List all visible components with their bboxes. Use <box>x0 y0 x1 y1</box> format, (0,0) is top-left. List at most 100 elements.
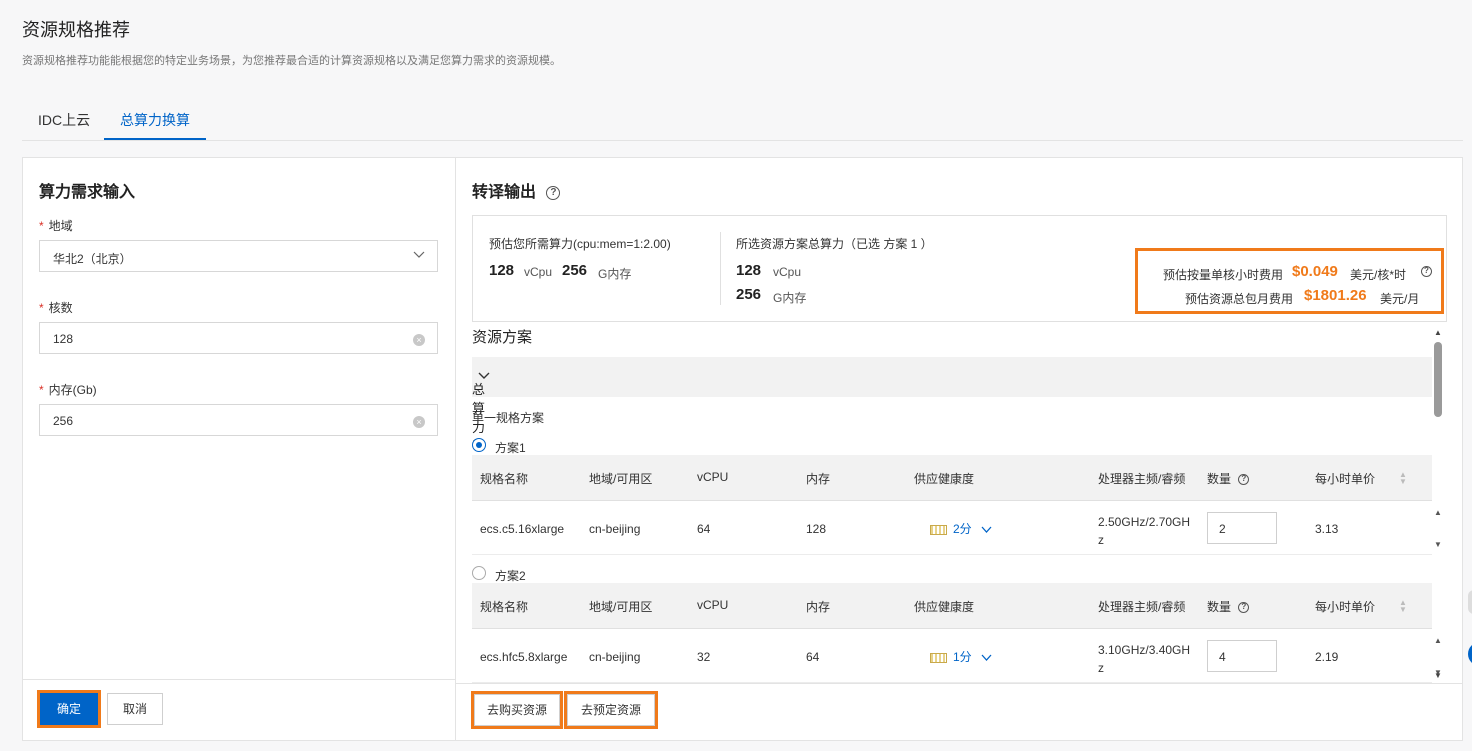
memory: 64 <box>806 650 820 664</box>
required-compute-label: 预估您所需算力(cpu:mem=1:2.00) <box>489 237 671 251</box>
required-mem: 256 <box>562 262 588 279</box>
vcpu: 32 <box>697 650 711 664</box>
help-icon[interactable]: ? <box>1238 474 1250 486</box>
compute-summary: 预估您所需算力(cpu:mem=1:2.00) 128 vCpu 256 G内存… <box>472 215 1447 322</box>
page-title: 资源规格推荐 <box>22 20 130 40</box>
plan1-radio[interactable] <box>472 438 486 452</box>
col-cpu-frequency: 处理器主频/睿频 <box>1098 472 1186 486</box>
page-description: 资源规格推荐功能能根据您的特定业务场景，为您推荐最合适的计算资源规格以及满足您算… <box>22 55 561 67</box>
hourly-price: 2.19 <box>1315 650 1339 664</box>
quantity-input[interactable]: 4 <box>1207 640 1277 672</box>
tab-bar: IDC上云 总算力换算 <box>22 100 1463 141</box>
input-panel: 算力需求输入 * 地域 华北2（北京） * 核数 128 × * 内存(Gb) 256… <box>22 157 456 741</box>
floating-help-button[interactable] <box>1468 642 1472 666</box>
chevron-down-icon <box>413 248 425 263</box>
col-quantity: 数量 ? <box>1207 470 1250 487</box>
tab-total-compute[interactable]: 总算力换算 <box>120 110 190 130</box>
required-mark: * <box>39 301 44 315</box>
output-panel: 转译输出 ? 预估您所需算力(cpu:mem=1:2.00) 128 vCpu … <box>455 157 1463 741</box>
memory-label: * 内存(Gb) <box>39 383 97 397</box>
col-memory: 内存 <box>806 472 831 486</box>
required-mark: * <box>39 383 44 397</box>
cost-estimate-box: 预估按量单核小时费用 $0.049 美元/核*时 ? 预估资源总包月费用 $18… <box>1135 248 1444 314</box>
region-value: 华北2（北京） <box>53 252 132 266</box>
required-vcpu-unit: vCpu <box>524 265 553 279</box>
memory-value: 256 <box>53 414 74 428</box>
cores-value: 128 <box>53 332 74 346</box>
vcpu: 64 <box>697 522 711 536</box>
plan1-label: 方案1 <box>495 441 526 455</box>
col-region-zone: 地域/可用区 <box>589 472 653 486</box>
table-row: ecs.hfc5.8xlarge cn-beijing 32 64 1分 3.1… <box>472 630 1442 683</box>
table-row: ecs.c5.16xlarge cn-beijing 64 128 2分 2.5… <box>472 502 1442 555</box>
col-region-zone: 地域/可用区 <box>589 600 653 614</box>
quantity-input[interactable]: 2 <box>1207 512 1277 544</box>
scroll-down-icon[interactable]: ▼ <box>1434 671 1442 680</box>
supply-health[interactable]: 1分 <box>930 648 992 665</box>
single-spec-plan-title: 单一规格方案 <box>472 411 545 425</box>
col-vcpu: vCPU <box>697 470 729 484</box>
resource-plan-title: 资源方案 <box>472 329 533 346</box>
cpu-frequency: 3.10GHz/3.40GH z <box>1098 643 1191 675</box>
region-zone: cn-beijing <box>589 650 641 664</box>
edge-scroll-handle[interactable] <box>1468 590 1472 614</box>
supply-health[interactable]: 2分 <box>930 520 992 537</box>
cancel-button[interactable]: 取消 <box>107 693 163 725</box>
col-hourly-price: 每小时单价 <box>1315 472 1376 486</box>
region-label: * 地域 <box>39 219 73 233</box>
input-panel-title: 算力需求输入 <box>39 184 136 201</box>
tab-idc-migration[interactable]: IDC上云 <box>38 110 90 130</box>
memory-input[interactable]: 256 × <box>39 404 438 436</box>
required-mem-unit: G内存 <box>598 267 632 281</box>
monthly-cost-unit: 美元/月 <box>1380 292 1420 306</box>
monthly-cost-value: $1801.26 <box>1304 287 1367 304</box>
output-panel-title: 转译输出 ? <box>472 178 561 202</box>
compute-group-label: 总算力1 <box>472 368 490 451</box>
plan2-radio[interactable] <box>472 566 486 580</box>
chevron-down-icon <box>981 526 992 533</box>
col-quantity: 数量 ? <box>1207 598 1250 615</box>
memory: 128 <box>806 522 827 536</box>
plan1-table-header: 规格名称 地域/可用区 vCPU 内存 供应健康度 处理器主频/睿频 数量 ? … <box>472 455 1432 501</box>
vertical-scrollbar[interactable]: ▲ ▼ <box>1433 328 1443 683</box>
footer-divider <box>456 683 1462 684</box>
col-vcpu: vCPU <box>697 598 729 612</box>
cores-input[interactable]: 128 × <box>39 322 438 354</box>
col-spec-name: 规格名称 <box>480 600 529 614</box>
cpu-frequency: 2.50GHz/2.70GH z <box>1098 515 1191 547</box>
reserve-resource-button[interactable]: 去预定资源 <box>564 691 658 729</box>
sort-icon[interactable]: ▲ ▼ <box>1399 471 1407 486</box>
scrollbar-thumb[interactable] <box>1434 342 1442 417</box>
region-select[interactable]: 华北2（北京） <box>39 240 438 272</box>
hourly-price: 3.13 <box>1315 522 1339 536</box>
chevron-down-icon <box>981 654 992 661</box>
col-cpu-frequency: 处理器主频/睿频 <box>1098 600 1186 614</box>
selected-mem: 256 <box>736 286 762 303</box>
plan2-table-header: 规格名称 地域/可用区 vCPU 内存 供应健康度 处理器主频/睿频 数量 ? … <box>472 583 1432 629</box>
selected-mem-unit: G内存 <box>773 291 807 305</box>
col-spec-name: 规格名称 <box>480 472 529 486</box>
required-vcpu: 128 <box>489 262 515 279</box>
help-icon[interactable]: ? <box>546 185 561 200</box>
buy-resource-button[interactable]: 去购买资源 <box>471 691 563 729</box>
active-tab-indicator <box>104 138 206 140</box>
col-supply-health: 供应健康度 <box>914 600 975 614</box>
clear-icon[interactable]: × <box>413 334 425 346</box>
help-icon[interactable]: ? <box>1238 602 1250 614</box>
plan2-label: 方案2 <box>495 569 526 583</box>
col-memory: 内存 <box>806 600 831 614</box>
battery-icon <box>930 652 947 663</box>
spec-name: ecs.hfc5.8xlarge <box>480 650 568 664</box>
selected-vcpu: 128 <box>736 262 762 279</box>
clear-icon[interactable]: × <box>413 416 425 428</box>
sort-icon[interactable]: ▲ ▼ <box>1399 599 1407 614</box>
region-zone: cn-beijing <box>589 522 641 536</box>
required-mark: * <box>39 219 44 233</box>
confirm-button[interactable]: 确定 <box>37 690 101 728</box>
compute-group-toggle[interactable]: 总算力1 <box>472 357 1432 451</box>
help-icon[interactable]: ? <box>1421 266 1432 277</box>
scroll-up-icon[interactable]: ▲ <box>1434 328 1442 337</box>
col-hourly-price: 每小时单价 <box>1315 600 1376 614</box>
selected-vcpu-unit: vCpu <box>773 265 802 279</box>
footer-divider <box>23 679 455 680</box>
